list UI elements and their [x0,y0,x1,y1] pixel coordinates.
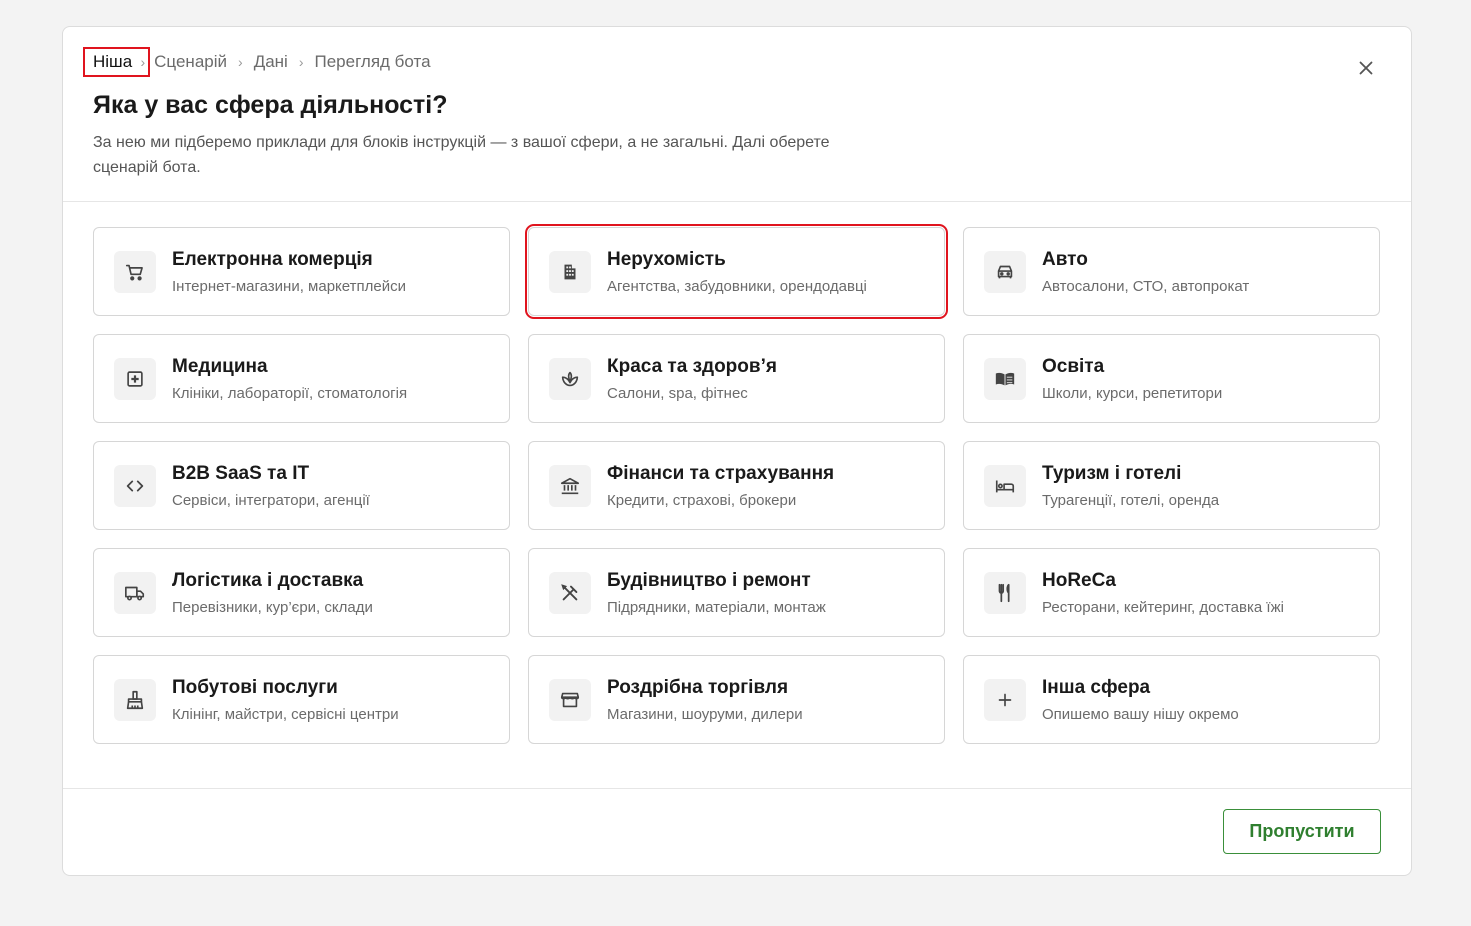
store-icon [549,678,591,721]
card-description: Кредити, страхові, брокери [607,491,797,509]
niche-card-logistics[interactable]: Логістика і доставка Перевізники, кур’єр… [93,548,510,637]
chevron-right-icon: › [140,54,146,70]
breadcrumb-item-niche[interactable]: Ніша › [83,47,151,77]
tools-icon [549,571,591,614]
close-button[interactable] [1355,57,1377,79]
cleaning-icon [114,678,156,721]
niche-card-retail[interactable]: Роздрібна торгівля Магазини, шоуруми, ди… [528,655,945,744]
truck-icon [114,571,156,614]
bed-icon [984,464,1026,507]
plus-icon [984,678,1026,721]
card-title: Інша сфера [1042,676,1151,698]
card-title: Авто [1042,248,1088,270]
bank-icon [549,464,591,507]
building-icon [549,250,591,293]
card-title: B2B SaaS та IT [172,462,310,484]
niche-card-finance[interactable]: Фінанси та страхування Кредити, страхові… [528,441,945,530]
car-icon [984,250,1026,293]
niche-card-construction[interactable]: Будівництво і ремонт Підрядники, матеріа… [528,548,945,637]
niche-card-tourism[interactable]: Туризм і готелі Турагенції, готелі, орен… [963,441,1380,530]
card-title: Будівництво і ремонт [607,569,811,591]
niche-card-beauty[interactable]: Краса та здоров’я Салони, spa, фітнес [528,334,945,423]
card-title: Логістика і доставка [172,569,364,591]
breadcrumb-item-data[interactable]: Дані [250,52,292,72]
breadcrumb: Ніша › Сценарій › Дані › Перегляд бота [83,47,435,77]
card-description: Інтернет-магазини, маркетплейси [172,277,406,295]
spa-icon [549,357,591,400]
niche-card-other[interactable]: Інша сфера Опишемо вашу нішу окремо [963,655,1380,744]
card-title: Туризм і готелі [1042,462,1182,484]
card-description: Автосалони, СТО, автопрокат [1042,277,1250,295]
card-description: Сервіси, інтегратори, агенції [172,491,370,509]
niche-selection-modal: Ніша › Сценарій › Дані › Перегляд бота Як… [62,26,1412,876]
breadcrumb-item-scenario[interactable]: Сценарій [150,52,231,72]
close-icon [1359,61,1373,75]
card-description: Клініки, лабораторії, стоматологія [172,384,408,402]
card-title: HoReCa [1042,569,1116,591]
chevron-right-icon: › [298,54,304,70]
card-description: Магазини, шоуруми, дилери [607,705,803,723]
page-title: Яка у вас сфера діяльності? [93,91,448,119]
card-title: Фінанси та страхування [607,462,835,484]
cart-icon [114,250,156,293]
chevron-right-icon: › [238,54,243,70]
card-description: Ресторани, кейтеринг, доставка їжі [1042,598,1284,616]
niche-card-household-services[interactable]: Побутові послуги Клінінг, майстри, серві… [93,655,510,744]
modal-header: Ніша › Сценарій › Дані › Перегляд бота Як… [63,27,1411,202]
niche-card-auto[interactable]: Авто Автосалони, СТО, автопрокат [963,227,1380,316]
card-description: Агентства, забудовники, орендодавці [607,277,867,295]
niche-grid: Електронна комерція Інтернет-магазини, м… [93,224,1380,744]
skip-button[interactable]: Пропустити [1223,809,1381,854]
niche-card-b2b-saas[interactable]: B2B SaaS та IT Сервіси, інтегратори, аге… [93,441,510,530]
card-description: Опишемо вашу нішу окремо [1042,705,1239,723]
niche-card-horeca[interactable]: HoReCa Ресторани, кейтеринг, доставка їж… [963,548,1380,637]
breadcrumb-item-bot-preview[interactable]: Перегляд бота [311,52,435,72]
card-title: Краса та здоров’я [607,355,777,377]
card-description: Підрядники, матеріали, монтаж [607,598,826,616]
medical-icon [114,357,156,400]
card-description: Клінінг, майстри, сервісні центри [172,705,399,723]
niche-card-real-estate[interactable]: Нерухомість Агентства, забудовники, орен… [525,224,948,319]
card-title: Освіта [1042,355,1105,377]
card-title: Нерухомість [607,248,726,270]
code-icon [114,464,156,507]
modal-footer: Пропустити [63,788,1411,875]
niche-card-ecommerce[interactable]: Електронна комерція Інтернет-магазини, м… [93,227,510,316]
card-description: Школи, курси, репетитори [1042,384,1223,402]
card-title: Медицина [172,355,268,377]
restaurant-icon [984,571,1026,614]
card-description: Перевізники, кур’єри, склади [172,598,373,616]
card-description: Салони, spa, фітнес [607,384,748,402]
page-subtitle: За нею ми підберемо приклади для блоків … [93,134,830,176]
niche-card-medicine[interactable]: Медицина Клініки, лабораторії, стоматоло… [93,334,510,423]
card-description: Турагенції, готелі, оренда [1042,491,1220,509]
card-title: Роздрібна торгівля [607,676,789,698]
card-title: Побутові послуги [172,676,338,698]
card-title: Електронна комерція [172,248,373,270]
book-icon [984,357,1026,400]
niche-card-education[interactable]: Освіта Школи, курси, репетитори [963,334,1380,423]
